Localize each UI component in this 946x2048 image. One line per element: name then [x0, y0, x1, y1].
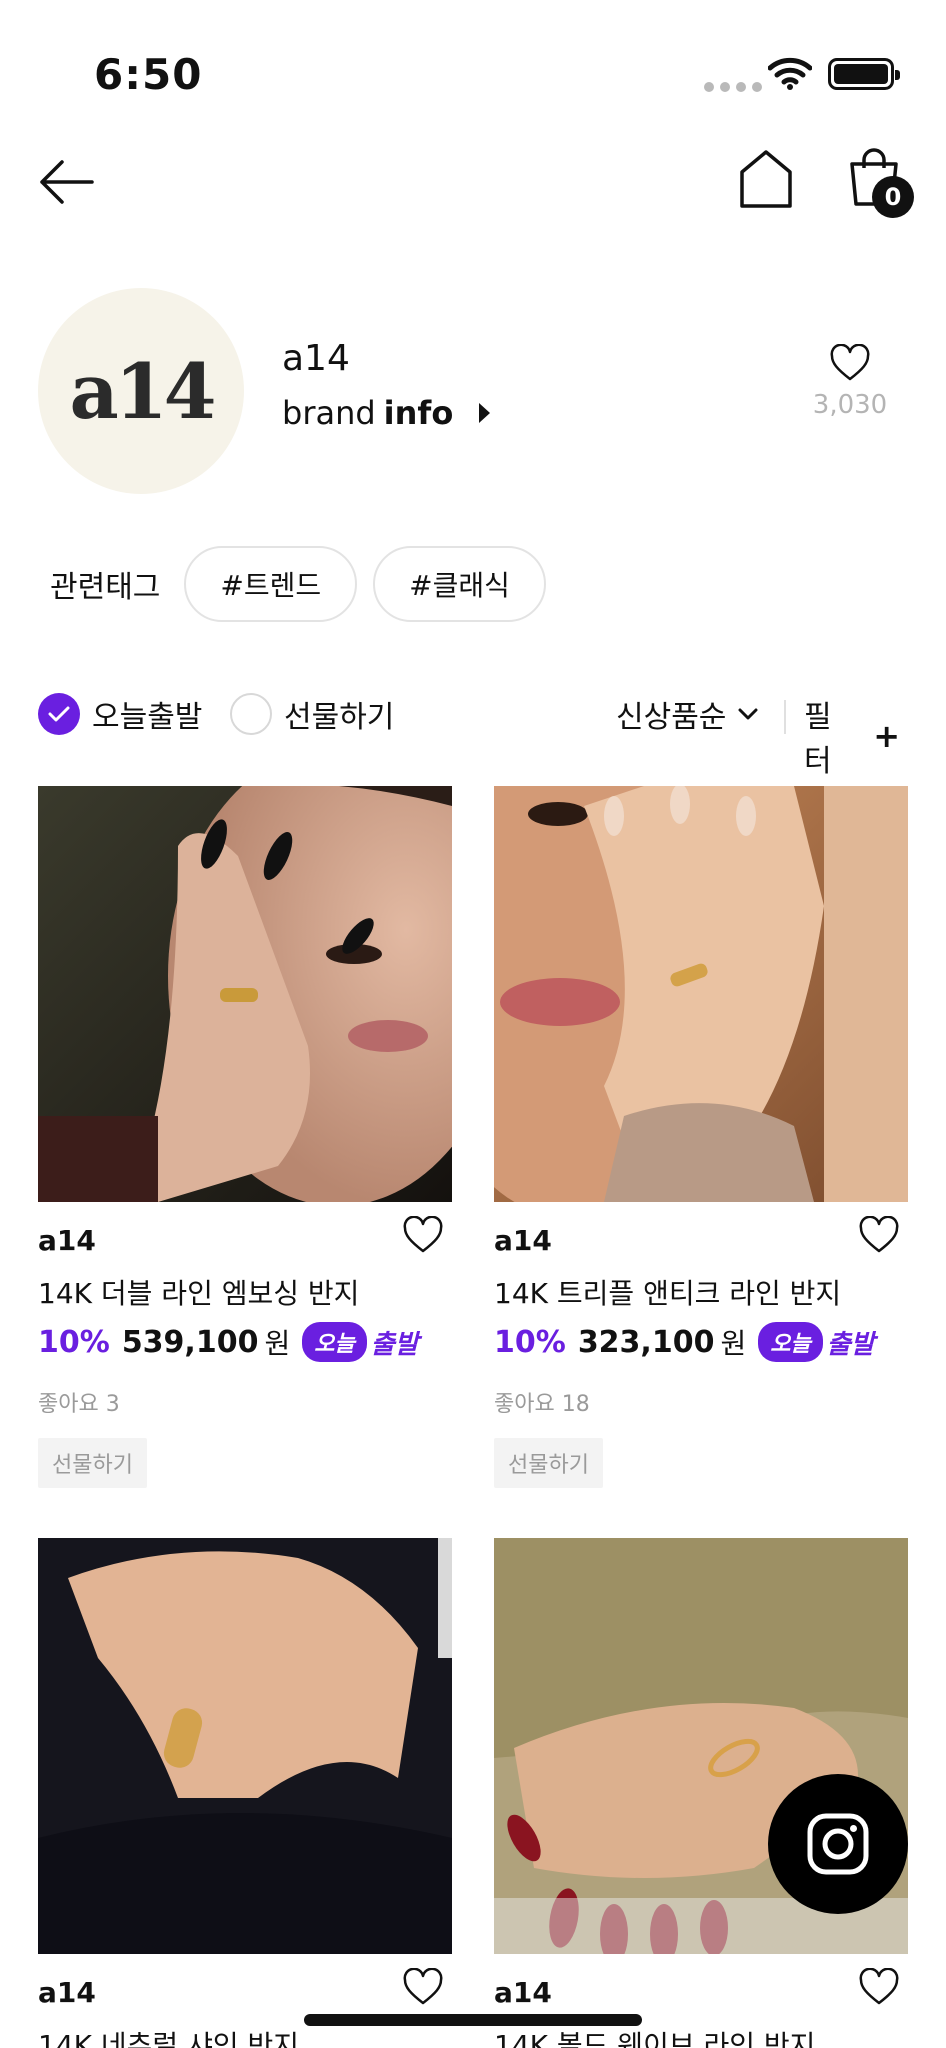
likes-count: 좋아요 18 [494, 1392, 590, 1417]
product-image[interactable] [38, 786, 452, 1202]
related-tags-label: 관련태그 [50, 570, 161, 605]
wifi-icon [768, 57, 812, 90]
cellular-signal-icon [704, 82, 762, 92]
battery-icon [828, 58, 900, 90]
checkbox-checked [38, 693, 80, 735]
brand-logo-text: a14 [69, 346, 216, 436]
tag-chip-classic[interactable]: #클래식 [373, 546, 546, 622]
price: 539,100 [121, 1324, 259, 1360]
filter-label: 필터 [804, 700, 832, 779]
heart-icon [859, 1967, 899, 2005]
gift-chip[interactable]: 선물하기 [494, 1438, 603, 1488]
product-card[interactable]: a14 14K 더블 라인 엠보싱 반지 10% 539,100 원 오늘 출발… [38, 786, 452, 1488]
sort-label: 신상품순 [616, 700, 727, 735]
brand-name: a14 [282, 338, 350, 379]
product-brand: a14 [38, 1976, 96, 2009]
product-name: 14K 트리플 앤티크 라인 반지 [494, 1277, 842, 1310]
gift-label: 선물하기 [284, 700, 395, 735]
related-tags: 관련태그 #트렌드 #클래식 [50, 546, 562, 622]
filter-button[interactable]: 필터 + [804, 692, 900, 780]
brand-like-count: 3,030 [812, 390, 888, 420]
heart-icon [403, 1215, 443, 1253]
heart-icon [859, 1215, 899, 1253]
gift-chip[interactable]: 선물하기 [38, 1438, 147, 1488]
brand-like-button[interactable]: 3,030 [800, 344, 900, 420]
status-time: 6:50 [94, 50, 203, 99]
heart-icon [830, 344, 870, 381]
cart-count-badge: 0 [872, 176, 914, 218]
like-button[interactable] [402, 1215, 444, 1258]
today-badge-pill: 오늘 [302, 1322, 367, 1362]
like-button[interactable] [858, 1215, 900, 1258]
caret-right-icon [479, 403, 491, 423]
product-brand: a14 [494, 1976, 552, 2009]
back-button[interactable] [36, 156, 96, 208]
price-row: 10% 323,100 원 오늘 출발 [494, 1322, 875, 1362]
today-shipping-badge: 오늘 출발 [758, 1322, 875, 1362]
instagram-icon [807, 1813, 869, 1875]
brand-info-link[interactable]: brand info [282, 394, 491, 432]
currency: 원 [720, 1327, 747, 1360]
product-card[interactable]: a14 14K 트리플 앤티크 라인 반지 10% 323,100 원 오늘 출… [494, 786, 908, 1488]
product-name: 14K 네추럴 샤인 반지 [38, 2029, 300, 2048]
currency: 원 [264, 1327, 291, 1360]
product-brand: a14 [494, 1224, 552, 1257]
discount-rate: 10% [494, 1324, 566, 1360]
today-badge-pill: 오늘 [758, 1322, 823, 1362]
product-image[interactable] [38, 1538, 452, 1954]
tag-chip-trend[interactable]: #트렌드 [184, 546, 358, 622]
home-indicator[interactable] [304, 2014, 642, 2026]
brand-info-bold: info [383, 394, 454, 432]
checkbox-unchecked [230, 693, 272, 735]
today-shipping-badge: 오늘 출발 [302, 1322, 419, 1362]
product-image[interactable] [494, 786, 908, 1202]
like-button[interactable] [858, 1967, 900, 2010]
filter-bar: 오늘출발 선물하기 신상품순 필터 + [38, 692, 900, 779]
plus-icon: + [873, 717, 900, 755]
chevron-down-icon [738, 708, 758, 720]
gift-toggle[interactable]: 선물하기 [230, 692, 394, 736]
product-name: 14K 더블 라인 엠보싱 반지 [38, 1277, 360, 1310]
heart-icon [403, 1967, 443, 2005]
back-arrow-icon [40, 160, 94, 204]
product-brand: a14 [38, 1224, 96, 1257]
brand-logo: a14 [38, 288, 244, 494]
today-shipping-toggle[interactable]: 오늘출발 [38, 692, 202, 736]
home-button[interactable] [738, 148, 794, 210]
price-row: 10% 539,100 원 오늘 출발 [38, 1322, 419, 1362]
status-bar: 6:50 [0, 0, 946, 130]
cart-button[interactable]: 0 [846, 146, 918, 224]
instagram-button[interactable] [768, 1774, 908, 1914]
today-badge-text: 출발 [370, 1329, 419, 1360]
product-card[interactable]: a14 14K 네추럴 샤인 반지 [38, 1538, 452, 2048]
product-name: 14K 볼드 웨이브 라인 반지 [494, 2029, 816, 2048]
like-button[interactable] [402, 1967, 444, 2010]
home-icon [740, 150, 792, 208]
today-badge-text: 출발 [826, 1329, 875, 1360]
divider [784, 700, 786, 734]
discount-rate: 10% [38, 1324, 110, 1360]
check-icon [48, 706, 70, 722]
sort-dropdown[interactable]: 신상품순 [616, 692, 758, 736]
today-shipping-label: 오늘출발 [92, 700, 203, 735]
likes-count: 좋아요 3 [38, 1392, 120, 1417]
brand-info-prefix: brand [282, 394, 376, 432]
price: 323,100 [577, 1324, 715, 1360]
